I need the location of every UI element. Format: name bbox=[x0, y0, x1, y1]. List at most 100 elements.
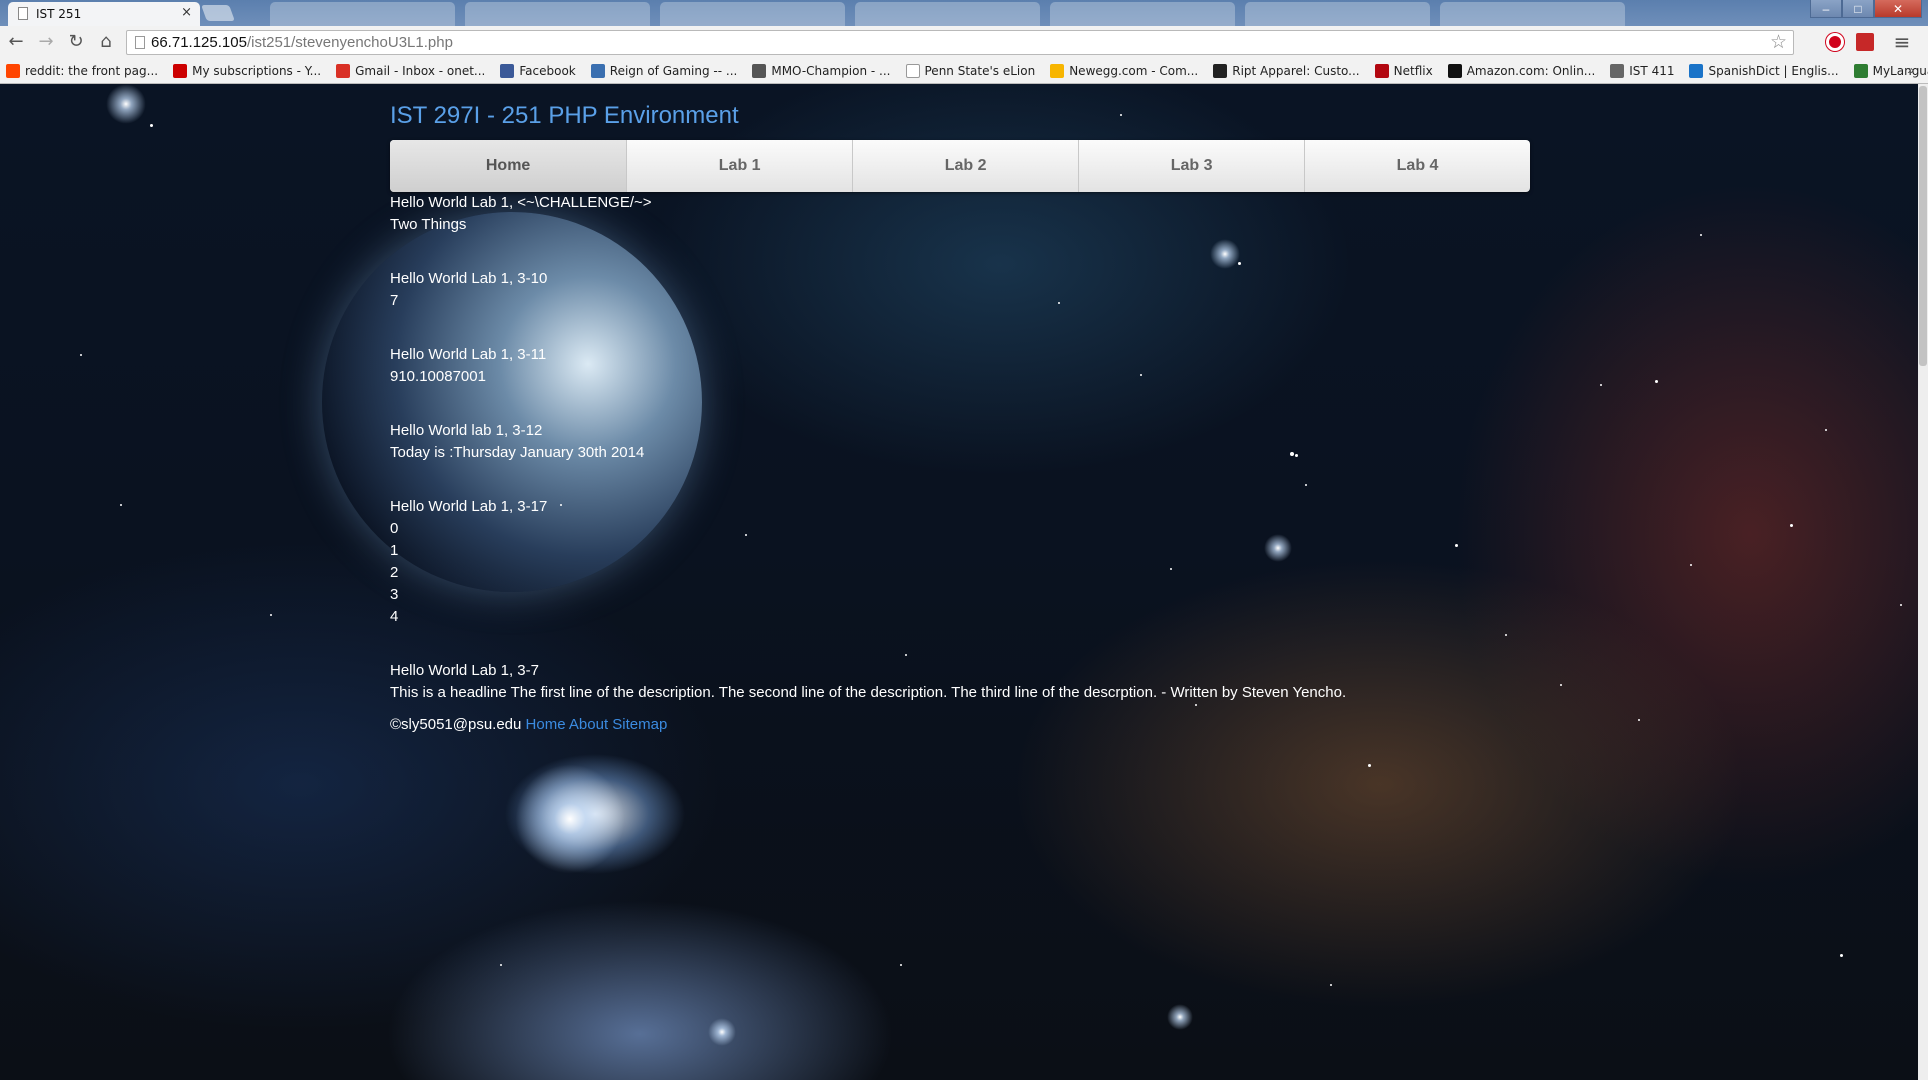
new-tab-button[interactable] bbox=[201, 5, 235, 21]
lab-output-line: 0 bbox=[390, 520, 399, 537]
mmo-icon bbox=[752, 63, 767, 78]
bookmark-item[interactable]: Facebook bbox=[500, 63, 576, 78]
bookmark-item[interactable]: Gmail - Inbox - onet... bbox=[336, 63, 485, 78]
star-glow-decoration bbox=[106, 84, 146, 124]
star-decoration bbox=[1560, 684, 1562, 686]
bookmark-label: My subscriptions - Y... bbox=[192, 63, 322, 78]
address-bar[interactable]: 66.71.125.105/ist251/stevenyenchoU3L1.ph… bbox=[126, 30, 1794, 55]
nav-home[interactable]: Home bbox=[390, 140, 628, 192]
reddit-icon bbox=[6, 63, 20, 78]
tab-background[interactable] bbox=[270, 2, 455, 26]
star-decoration bbox=[500, 964, 502, 966]
bookmark-item[interactable]: Netflix bbox=[1374, 63, 1433, 78]
tab-ist251[interactable]: IST 251 × bbox=[8, 2, 200, 26]
lab-output-line: 3 bbox=[390, 586, 399, 603]
newegg-icon bbox=[1050, 63, 1065, 78]
bookmark-item[interactable]: Reign of Gaming -- ... bbox=[590, 63, 738, 78]
nav-lab-2[interactable]: Lab 2 bbox=[853, 140, 1080, 192]
star-decoration bbox=[150, 124, 153, 127]
home-icon[interactable]: ⌂ bbox=[94, 31, 118, 53]
star-decoration bbox=[1600, 384, 1602, 386]
bookmark-label: Ript Apparel: Custo... bbox=[1232, 63, 1360, 78]
nav-lab-1[interactable]: Lab 1 bbox=[627, 140, 854, 192]
bookmark-item[interactable]: My subscriptions - Y... bbox=[173, 63, 322, 78]
maximize-button[interactable]: □ bbox=[1842, 0, 1874, 18]
tab-background[interactable] bbox=[1440, 2, 1625, 26]
bookmark-item[interactable]: reddit: the front pag... bbox=[6, 63, 158, 78]
bookmark-item[interactable]: Newegg.com - Com... bbox=[1050, 63, 1199, 78]
lab-output-line: 4 bbox=[390, 608, 399, 625]
bookmark-item[interactable]: SpanishDict | Englis... bbox=[1689, 63, 1839, 78]
bookmark-extension-icon[interactable] bbox=[1856, 33, 1874, 51]
bookmark-item[interactable]: Ript Apparel: Custo... bbox=[1213, 63, 1360, 78]
lab-heading: Hello World lab 1, 3-12 bbox=[390, 422, 543, 439]
star-decoration bbox=[270, 614, 272, 616]
bookmark-item[interactable]: IST 411 bbox=[1610, 63, 1674, 78]
back-icon[interactable]: ← bbox=[4, 31, 28, 53]
tab-background[interactable] bbox=[660, 2, 845, 26]
close-window-button[interactable]: ✕ bbox=[1874, 0, 1922, 18]
star-decoration bbox=[900, 964, 902, 966]
bookmark-label: Newegg.com - Com... bbox=[1069, 63, 1199, 78]
star-glow-decoration bbox=[515, 764, 625, 874]
url-host: 66.71.125.105 bbox=[151, 34, 247, 51]
star-decoration bbox=[1825, 429, 1827, 431]
url-text: 66.71.125.105/ist251/stevenyenchoU3L1.ph… bbox=[151, 34, 453, 51]
bookmark-label: MyLanguageLabs | ... bbox=[1872, 63, 1928, 78]
minimize-button[interactable]: – bbox=[1810, 0, 1842, 18]
star-decoration bbox=[1330, 984, 1332, 986]
nav-lab-3[interactable]: Lab 3 bbox=[1079, 140, 1306, 192]
bookmark-label: Penn State's eLion bbox=[924, 63, 1036, 78]
page-content: IST 297I - 251 PHP Environment Home Lab … bbox=[390, 100, 1530, 736]
bookmark-item[interactable]: Penn State's eLion bbox=[905, 63, 1036, 78]
page-info-icon[interactable] bbox=[135, 36, 145, 49]
nav-lab-4[interactable]: Lab 4 bbox=[1305, 140, 1530, 192]
star-decoration bbox=[1700, 234, 1702, 236]
ript-icon bbox=[1213, 63, 1228, 78]
star-decoration bbox=[1840, 954, 1843, 957]
lab-output-line: Two Things bbox=[390, 216, 467, 233]
menu-icon[interactable]: ≡ bbox=[1890, 31, 1914, 53]
url-path: /ist251/stevenyenchoU3L1.php bbox=[246, 34, 453, 51]
ist-icon bbox=[1610, 63, 1625, 78]
star-glow-decoration bbox=[708, 1018, 736, 1046]
tab-background[interactable] bbox=[465, 2, 650, 26]
tab-background[interactable] bbox=[1245, 2, 1430, 26]
scrollbar-thumb[interactable] bbox=[1919, 86, 1927, 366]
bookmark-label: Facebook bbox=[519, 63, 576, 78]
window-controls: – □ ✕ bbox=[1810, 0, 1922, 18]
spanishdict-icon bbox=[1689, 63, 1704, 78]
close-tab-icon[interactable]: × bbox=[181, 5, 192, 20]
mylanguagelabs-icon bbox=[1853, 63, 1868, 78]
tab-background[interactable] bbox=[1050, 2, 1235, 26]
tab-background[interactable] bbox=[855, 2, 1040, 26]
lab-block: Hello World Lab 1, 3-11 910.10087001 bbox=[390, 344, 1530, 388]
star-decoration bbox=[1790, 524, 1793, 527]
footer: ©sly5051@psu.edu Home About Sitemap bbox=[390, 714, 1530, 736]
lab-block: Hello World Lab 1, 3-7 This is a headline… bbox=[390, 660, 1530, 704]
lab-block: Hello World Lab 1, 3-17 0 1 2 3 4 bbox=[390, 496, 1530, 628]
reload-icon[interactable]: ↻ bbox=[64, 31, 88, 53]
bookmarks-overflow-icon[interactable]: » bbox=[1907, 63, 1914, 77]
facebook-icon bbox=[500, 63, 515, 78]
bookmark-item[interactable]: MMO-Champion - ... bbox=[752, 63, 891, 78]
bookmark-item[interactable]: MyLanguageLabs | ... bbox=[1853, 63, 1928, 78]
lab-block: Hello World Lab 1, <~\CHALLENGE/~> Two Th… bbox=[390, 192, 1530, 236]
lab-output-line: 1 bbox=[390, 542, 399, 559]
bookmark-label: SpanishDict | Englis... bbox=[1708, 63, 1839, 78]
bookmark-label: Reign of Gaming -- ... bbox=[609, 63, 738, 78]
tab-title: IST 251 bbox=[36, 7, 82, 21]
star-decoration bbox=[1690, 564, 1692, 566]
star-decoration bbox=[1638, 719, 1640, 721]
bookmark-star-icon[interactable]: ☆ bbox=[1770, 31, 1787, 54]
footer-link-sitemap[interactable]: Sitemap bbox=[612, 716, 667, 733]
bookmark-item[interactable]: Amazon.com: Onlin... bbox=[1447, 63, 1595, 78]
footer-link-about[interactable]: About bbox=[569, 716, 608, 733]
star-decoration bbox=[120, 504, 122, 506]
star-decoration bbox=[1900, 604, 1902, 606]
gmail-icon bbox=[336, 63, 351, 78]
footer-link-home[interactable]: Home bbox=[526, 716, 566, 733]
opera-extension-icon[interactable] bbox=[1826, 33, 1844, 51]
lab-output-line: 2 bbox=[390, 564, 399, 581]
forward-icon[interactable]: → bbox=[34, 31, 58, 53]
